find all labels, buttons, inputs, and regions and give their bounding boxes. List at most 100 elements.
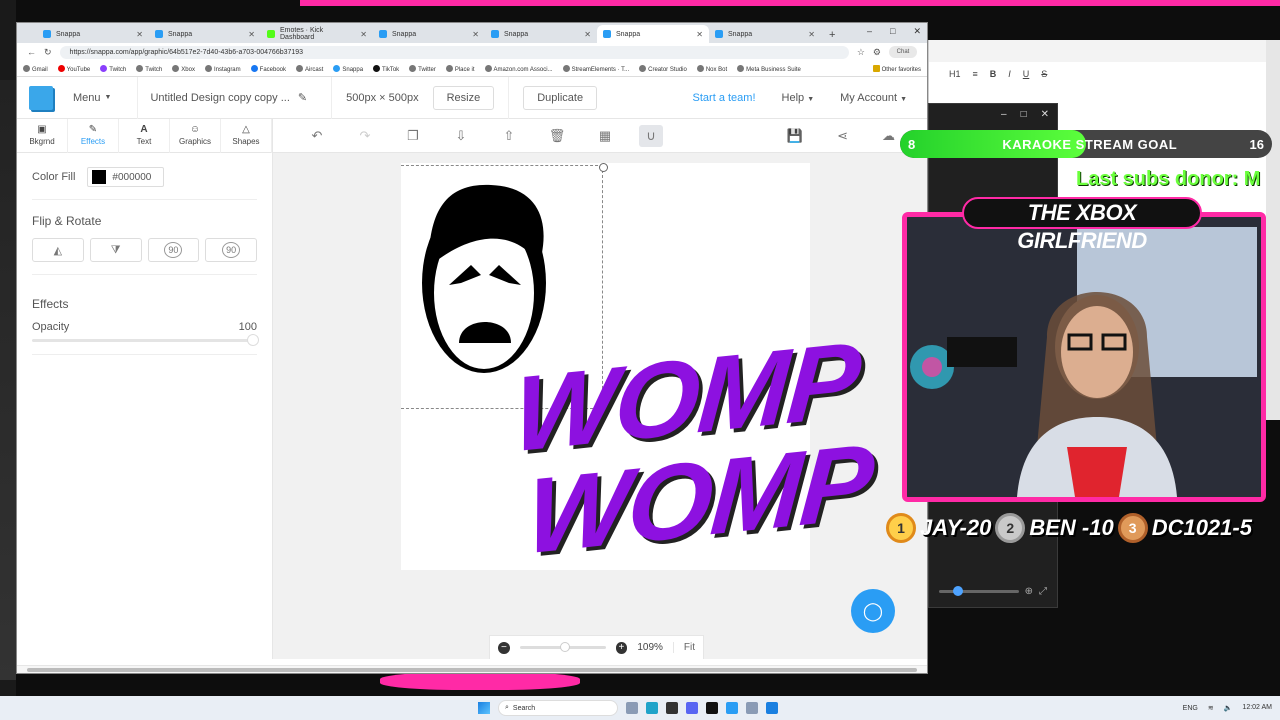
bold-tool[interactable]: B — [990, 69, 997, 79]
pencil-icon[interactable]: ✎ — [298, 91, 307, 104]
grid-icon[interactable]: ▦ — [581, 128, 629, 144]
zoom-slider[interactable] — [519, 642, 606, 652]
start-team-link[interactable]: Start a team! — [693, 92, 756, 104]
color-fill-picker[interactable]: #000000 — [87, 167, 165, 187]
browser-tab-active[interactable]: Snappa ✕ — [597, 25, 709, 43]
zoom-out-icon[interactable]: − — [498, 641, 510, 654]
expand-icon[interactable]: ⤢ — [1039, 586, 1047, 597]
app-icon[interactable] — [666, 702, 678, 714]
bookmark[interactable]: Aircast — [296, 64, 323, 73]
trash-icon[interactable]: 🗑 — [533, 128, 581, 144]
bookmark[interactable]: Amazon.com Associ... — [484, 64, 553, 73]
back-icon[interactable]: ← — [27, 47, 36, 57]
close-tab-icon[interactable]: ✕ — [584, 30, 591, 39]
download-icon[interactable]: ☁ — [882, 128, 895, 144]
taskbar-search[interactable]: ⌕ Search — [498, 700, 618, 716]
artboard[interactable]: WOMP WOMP — [401, 163, 875, 576]
other-favorites[interactable]: Other favorites — [872, 64, 921, 73]
edge-icon[interactable] — [646, 702, 658, 714]
close-tab-icon[interactable]: ✕ — [248, 30, 255, 39]
fit-button[interactable]: Fit — [672, 642, 695, 653]
tool-text[interactable]: A Text — [119, 118, 170, 153]
color-swatch[interactable] — [92, 170, 107, 184]
account-menu[interactable]: My Account ▼ — [840, 92, 907, 104]
windows-start-icon[interactable] — [478, 702, 490, 714]
minimize-icon[interactable]: – — [1001, 109, 1007, 120]
close-tab-icon[interactable]: ✕ — [360, 30, 367, 39]
magnet-icon[interactable]: ∪ — [639, 124, 663, 147]
flip-vertical-button[interactable]: ⧩ — [89, 238, 142, 262]
bookmark[interactable]: Gmail — [23, 64, 48, 73]
volume-icon[interactable]: 🔈 — [1224, 704, 1233, 712]
zoom-in-icon[interactable]: + — [615, 641, 628, 654]
app-icon[interactable] — [746, 702, 758, 714]
bookmark[interactable]: Twitch — [100, 64, 126, 73]
browser-tab[interactable]: Snappa ✕ — [485, 25, 597, 43]
clock[interactable]: 12:02 AM — [1242, 704, 1272, 712]
italic-tool[interactable]: I — [1008, 69, 1011, 79]
rotate-right-button[interactable]: 90 — [205, 238, 257, 262]
app-icon[interactable] — [706, 702, 718, 714]
help-menu[interactable]: Help ▼ — [782, 92, 815, 104]
close-tab-icon[interactable]: ✕ — [472, 30, 479, 39]
close-icon[interactable]: ✕ — [913, 26, 921, 37]
opacity-slider[interactable] — [32, 334, 259, 346]
snappa-logo[interactable] — [29, 85, 53, 110]
language-indicator[interactable]: ENG — [1183, 705, 1198, 712]
flip-horizontal-button[interactable]: ◭ — [32, 238, 84, 262]
bookmark[interactable]: Place it — [445, 64, 475, 73]
chat-button[interactable]: Chat — [889, 46, 917, 58]
zoom-in-icon[interactable]: ⊕ — [1025, 586, 1033, 597]
bookmark[interactable]: Twitter — [409, 64, 436, 73]
close-icon[interactable]: ✕ — [1041, 109, 1049, 120]
opacity-slider-handle[interactable] — [247, 334, 259, 346]
doc-name[interactable]: Untitled Design copy copy ... ✎ — [137, 76, 331, 119]
reload-icon[interactable]: ↻ — [44, 47, 52, 58]
tool-shapes[interactable]: △ Shapes — [221, 118, 272, 153]
app-icon[interactable] — [766, 702, 778, 714]
rotate-handle[interactable] — [599, 163, 608, 172]
app-icon[interactable] — [626, 702, 638, 714]
zoom-slider-handle[interactable] — [559, 642, 570, 652]
redo-icon[interactable]: ↷ — [341, 128, 389, 144]
tool-effects[interactable]: ✎ Effects — [68, 118, 119, 153]
bookmark[interactable]: TikTok — [373, 64, 399, 73]
wifi-icon[interactable]: ≋ — [1208, 704, 1214, 712]
tool-graphics[interactable]: ☺ Graphics — [170, 118, 221, 153]
browser-tab[interactable]: Snappa ✕ — [37, 25, 149, 43]
volume-slider[interactable]: ⊕ ⤢ — [939, 586, 1047, 597]
bookmark[interactable]: Meta Business Suite — [737, 64, 801, 73]
bookmark[interactable]: Twitch — [136, 64, 162, 73]
underline-tool[interactable]: U — [1023, 69, 1030, 79]
duplicate-button[interactable]: Duplicate — [523, 85, 598, 110]
undo-icon[interactable]: ↶ — [293, 128, 341, 144]
support-chat-button[interactable]: ◯ — [851, 589, 895, 633]
browser-tab[interactable]: Emotes · Kick Dashboard ✕ — [261, 25, 373, 43]
app-icon[interactable] — [726, 702, 738, 714]
maximize-icon[interactable]: □ — [1021, 109, 1027, 120]
maximize-icon[interactable]: □ — [890, 26, 895, 37]
bookmark[interactable]: Xbox — [172, 64, 195, 73]
bookmark[interactable]: Snappa — [333, 64, 363, 73]
browser-tab[interactable]: Snappa ✕ — [373, 25, 485, 43]
new-tab-icon[interactable]: + — [821, 29, 843, 43]
color-fill-value[interactable]: #000000 — [112, 172, 151, 183]
horizontal-scrollbar[interactable] — [17, 665, 927, 673]
bookmark[interactable]: StreamElements · T... — [562, 64, 629, 73]
strike-tool[interactable]: S — [1041, 69, 1047, 79]
discord-icon[interactable] — [686, 702, 698, 714]
share-icon[interactable]: ⋖ — [837, 128, 848, 144]
menu-button[interactable]: Menu ▼ — [73, 92, 137, 104]
bring-forward-icon[interactable]: ⇧ — [485, 128, 533, 144]
bookmark[interactable]: Facebook — [250, 64, 286, 73]
close-tab-icon[interactable]: ✕ — [808, 30, 815, 39]
rotate-left-button[interactable]: 90 — [147, 238, 200, 262]
list-tool[interactable]: ≡ — [973, 69, 978, 79]
send-backward-icon[interactable]: ⇩ — [437, 128, 485, 144]
minimize-icon[interactable]: – — [867, 26, 872, 37]
heading-tool[interactable]: H1 — [949, 69, 961, 79]
resize-button[interactable]: Resize — [432, 85, 495, 110]
browser-tab[interactable]: Snappa ✕ — [709, 25, 821, 43]
url-field[interactable]: https://snappa.com/app/graphic/64b517e2-… — [59, 45, 849, 59]
close-tab-icon[interactable]: ✕ — [696, 30, 703, 39]
